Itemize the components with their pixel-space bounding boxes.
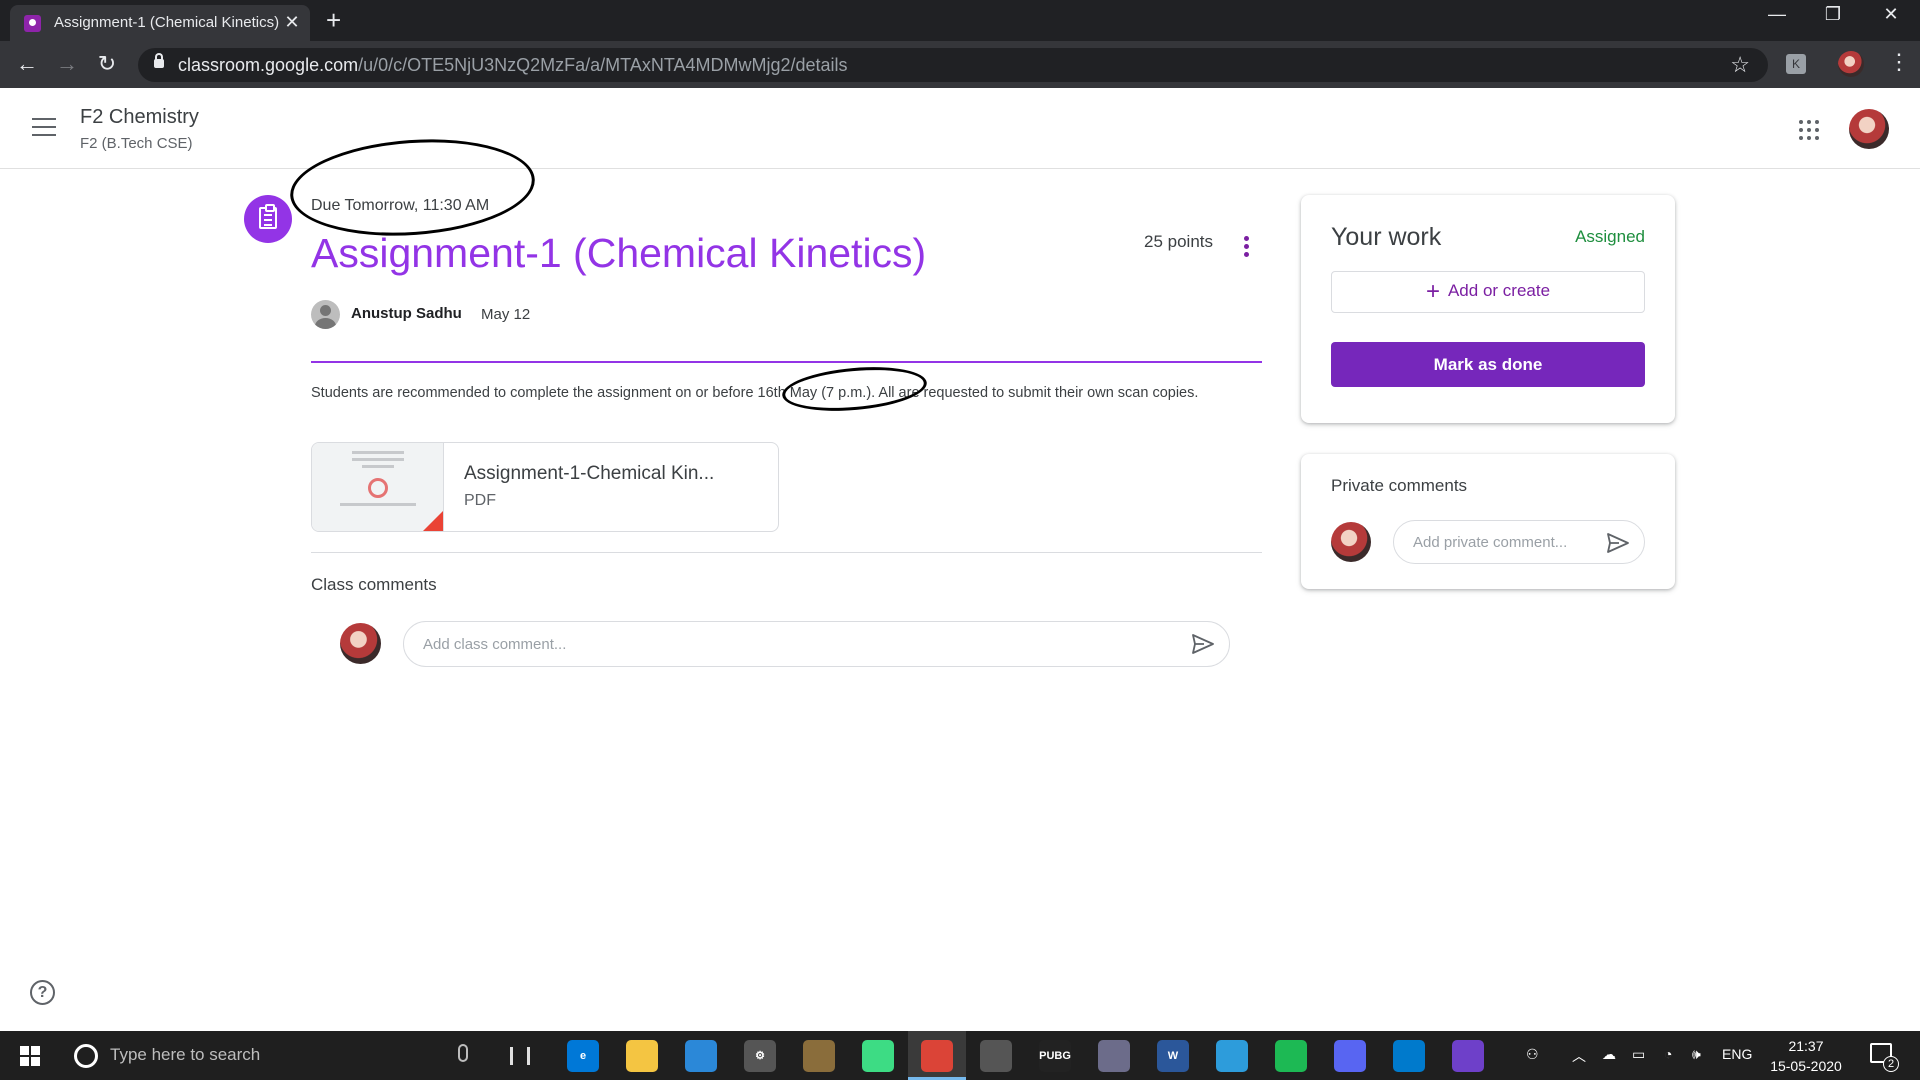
attachment-type: PDF [464, 492, 496, 509]
class-comment-input[interactable] [403, 621, 1230, 667]
extension-icon[interactable]: K [1786, 54, 1806, 74]
assignment-title: Assignment-1 (Chemical Kinetics) [311, 230, 927, 276]
volume-icon[interactable]: 🕪 [1692, 1046, 1701, 1063]
discord-icon[interactable] [1334, 1040, 1366, 1072]
language-indicator[interactable]: ENG [1722, 1046, 1752, 1062]
windows-start-icon[interactable] [20, 1046, 40, 1066]
spotify-icon[interactable] [1275, 1040, 1307, 1072]
classroom-favicon-icon [24, 15, 41, 32]
people-icon[interactable]: ⚇ [1526, 1046, 1539, 1063]
your-work-card: Your work Assigned + Add or create Mark a… [1301, 195, 1675, 423]
game-icon[interactable] [980, 1040, 1012, 1072]
clock-time: 21:37 [1788, 1038, 1824, 1054]
help-icon[interactable]: ? [30, 980, 55, 1005]
tab-title: Assignment-1 (Chemical Kinetics) [54, 14, 280, 31]
back-icon[interactable]: ← [13, 51, 41, 77]
restore-icon[interactable]: ❐ [1818, 4, 1848, 25]
battery-icon[interactable]: ▭ [1632, 1046, 1645, 1063]
assignment-icon [244, 195, 292, 243]
file-explorer-icon[interactable] [626, 1040, 658, 1072]
your-work-title: Your work [1331, 223, 1442, 251]
new-tab-icon[interactable]: + [326, 5, 348, 35]
chrome-icon[interactable] [921, 1040, 953, 1072]
private-comments-card: Private comments [1301, 454, 1675, 589]
divider [311, 361, 1262, 363]
pdf-corner-icon [423, 511, 443, 531]
store-icon[interactable] [685, 1040, 717, 1072]
edge-icon[interactable]: e [567, 1040, 599, 1072]
settings-icon[interactable]: ⚙ [744, 1040, 776, 1072]
chrome-menu-icon[interactable]: ⋮ [1888, 49, 1910, 75]
app-blue-icon[interactable] [1216, 1040, 1248, 1072]
account-avatar[interactable] [1849, 109, 1889, 149]
paint-icon[interactable] [803, 1040, 835, 1072]
microphone-icon[interactable] [458, 1044, 468, 1062]
add-or-create-label: Add or create [1447, 281, 1551, 300]
show-hidden-icons-icon[interactable]: ︿ [1572, 1046, 1586, 1066]
browser-tabstrip: Assignment-1 (Chemical Kinetics) ✕ + — ❐… [0, 0, 1920, 41]
word-icon[interactable]: W [1157, 1040, 1189, 1072]
forward-icon[interactable]: → [53, 51, 81, 77]
media-icon[interactable] [1098, 1040, 1130, 1072]
android-studio-icon[interactable] [862, 1040, 894, 1072]
classroom-header: F2 Chemistry F2 (B.Tech CSE) [0, 88, 1920, 169]
tab-close-icon[interactable]: ✕ [282, 11, 302, 33]
url-host: classroom.google.com [178, 55, 359, 75]
close-window-icon[interactable]: ✕ [1876, 4, 1906, 25]
reload-icon[interactable]: ↻ [93, 51, 121, 77]
address-bar[interactable]: classroom.google.com/u/0/c/OTE5NjU3NzQ2M… [138, 48, 1768, 82]
notification-count: 2 [1883, 1056, 1899, 1072]
chrome-profile-avatar[interactable] [1838, 51, 1864, 77]
main-menu-icon[interactable] [32, 118, 56, 136]
class-section: F2 (B.Tech CSE) [80, 135, 193, 152]
class-name[interactable]: F2 Chemistry [80, 106, 199, 129]
url-text[interactable]: classroom.google.com/u/0/c/OTE5NjU3NzQ2M… [178, 55, 848, 76]
author-name: Anustup Sadhu [351, 305, 462, 322]
task-view-icon[interactable] [510, 1047, 530, 1065]
send-private-comment-icon[interactable] [1605, 531, 1631, 555]
status-badge: Assigned [1575, 227, 1645, 246]
clock-date: 15-05-2020 [1770, 1058, 1842, 1074]
pdf-attachment[interactable]: Assignment-1-Chemical Kin... PDF [311, 442, 779, 532]
private-comments-title: Private comments [1331, 476, 1468, 495]
windows-taskbar: Type here to search e ⚙ PUBG W ⚇ ︿ ☁ ▭ ◔ 🕪 … [0, 1031, 1920, 1080]
browser-tab[interactable]: Assignment-1 (Chemical Kinetics) ✕ [10, 5, 310, 41]
bookmark-star-icon[interactable]: ☆ [1730, 52, 1750, 78]
vscode-icon[interactable] [1393, 1040, 1425, 1072]
browser-toolbar: ← → ↻ classroom.google.com/u/0/c/OTE5NjU… [0, 41, 1920, 88]
divider [311, 552, 1262, 553]
taskbar-search-input[interactable]: Type here to search [110, 1045, 260, 1065]
github-icon[interactable] [1452, 1040, 1484, 1072]
attachment-thumbnail [312, 443, 444, 531]
pubg-icon[interactable]: PUBG [1039, 1040, 1071, 1072]
user-avatar [1331, 522, 1371, 562]
url-path: /u/0/c/OTE5NjU3NzQ2MzFa/a/MTAxNTA4MDMwMj… [358, 55, 848, 75]
posted-date: May 12 [481, 306, 531, 323]
taskbar-clock[interactable]: 21:37 15-05-2020 [1766, 1036, 1846, 1076]
plus-icon: + [1425, 278, 1440, 305]
send-comment-icon[interactable] [1190, 632, 1216, 656]
assignment-points: 25 points [1144, 232, 1213, 251]
handdrawn-circle-deadline [780, 361, 929, 417]
attachment-name: Assignment-1-Chemical Kin... [464, 463, 715, 484]
google-apps-icon[interactable] [1799, 120, 1819, 140]
onedrive-icon[interactable]: ☁ [1602, 1046, 1616, 1063]
minimize-icon[interactable]: — [1762, 4, 1792, 25]
add-or-create-button[interactable]: + Add or create [1331, 271, 1645, 313]
wifi-icon[interactable]: ◔ [1664, 1046, 1672, 1062]
more-options-icon[interactable] [1240, 236, 1252, 260]
class-comments-heading: Class comments [311, 575, 437, 594]
author-avatar [311, 300, 340, 329]
mark-as-done-button[interactable]: Mark as done [1331, 342, 1645, 387]
user-avatar [340, 623, 381, 664]
cortana-icon[interactable] [74, 1044, 98, 1068]
university-logo-icon [368, 478, 388, 498]
lock-icon [154, 53, 164, 68]
